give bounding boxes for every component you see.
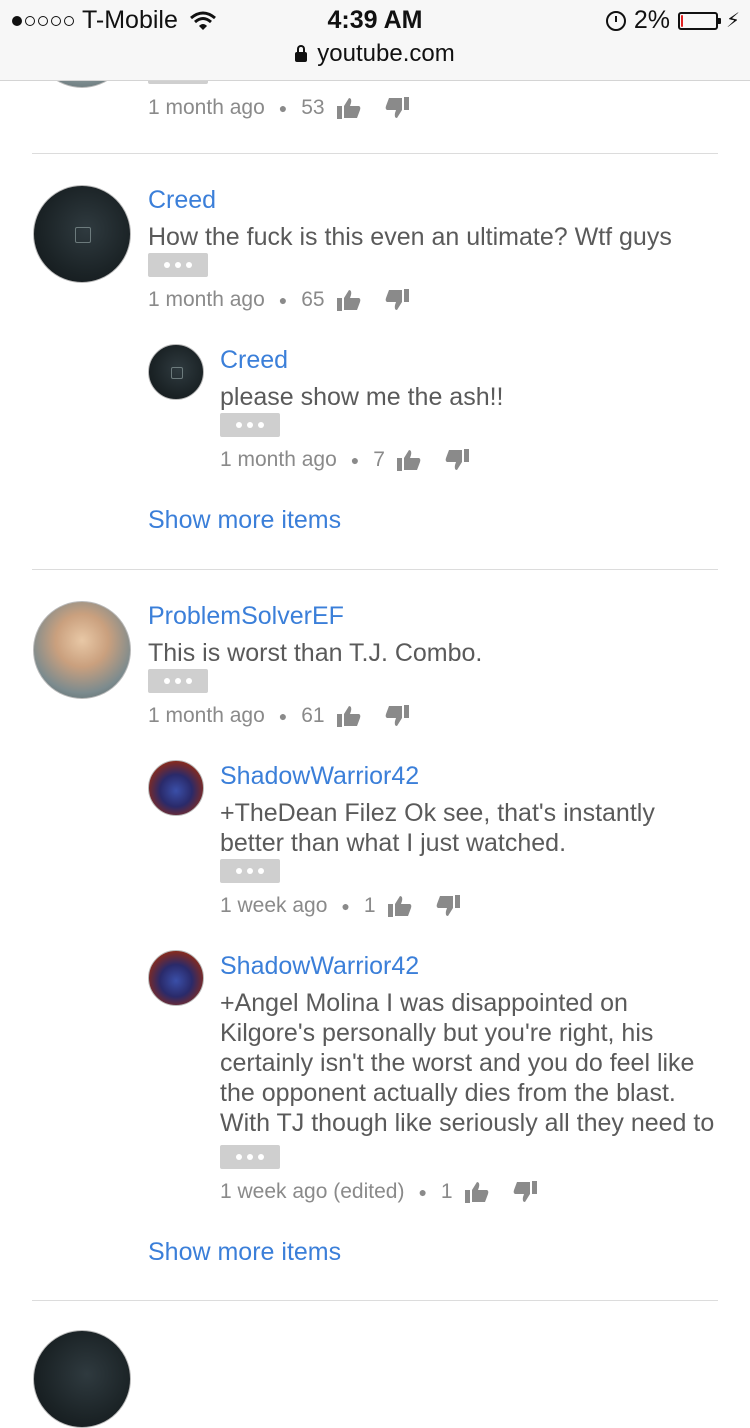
- url-text: youtube.com: [317, 40, 455, 67]
- reply-meta: 1 month ago ● 7: [220, 448, 469, 472]
- like-count: 53: [301, 96, 325, 119]
- reply-author[interactable]: Creed: [220, 346, 288, 375]
- thumbs-down-icon[interactable]: [385, 97, 409, 119]
- thumbs-down-icon[interactable]: [436, 895, 460, 917]
- thumbs-up-icon[interactable]: [387, 895, 412, 917]
- comment-author[interactable]: ProblemSolverEF: [148, 602, 344, 631]
- more-dots-icon[interactable]: [220, 413, 280, 437]
- avatar[interactable]: [33, 601, 131, 699]
- comment-time: 1 week ago: [220, 894, 328, 917]
- reply-author[interactable]: ShadowWarrior42: [220, 952, 419, 981]
- like-count: 1: [363, 894, 376, 917]
- reply-text: +TheDean Filez Ok see, that's instantly …: [220, 799, 655, 857]
- charging-icon: ⚡: [725, 10, 740, 32]
- reply-text: please show me the ash!!: [220, 383, 504, 411]
- more-dots-icon[interactable]: [220, 1145, 280, 1169]
- more-dots-icon[interactable]: [148, 669, 208, 693]
- comment-time: 1 month ago: [148, 704, 265, 727]
- thumbs-up-icon[interactable]: [464, 1181, 489, 1203]
- reply-author[interactable]: ShadowWarrior42: [220, 762, 419, 791]
- avatar[interactable]: [33, 185, 131, 283]
- more-dots-icon[interactable]: [220, 859, 280, 883]
- divider: [32, 1300, 718, 1301]
- comment-time: 1 month ago: [148, 288, 265, 311]
- avatar[interactable]: [148, 950, 204, 1006]
- like-count: 65: [301, 288, 325, 311]
- like-count: 61: [301, 704, 325, 727]
- reply-text: +Angel Molina I was disappointed on Kilg…: [220, 989, 715, 1140]
- comment-time: 1 month ago: [220, 448, 337, 471]
- comment-meta: 1 month ago ● 65: [148, 288, 409, 312]
- alarm-icon: [605, 10, 626, 31]
- comment-text: This is worst than T.J. Combo.: [148, 639, 483, 667]
- thumbs-down-icon[interactable]: [445, 449, 469, 471]
- thumbs-down-icon[interactable]: [513, 1181, 537, 1203]
- thumbs-down-icon[interactable]: [385, 705, 409, 727]
- reply-meta: 1 week ago ● 1: [220, 894, 460, 918]
- avatar[interactable]: [33, 1330, 131, 1428]
- thumbs-up-icon[interactable]: [336, 97, 361, 119]
- more-dots-icon[interactable]: [148, 253, 208, 277]
- url-bar[interactable]: youtube.com: [0, 40, 750, 68]
- divider: [32, 153, 718, 154]
- comment-meta: 1 month ago ● 53: [148, 96, 409, 120]
- like-count: 1: [440, 1180, 453, 1203]
- comment-author[interactable]: Creed: [148, 186, 216, 215]
- battery-percent: 2%: [633, 6, 670, 34]
- comment-time: 1 month ago: [148, 96, 265, 119]
- show-more-button[interactable]: Show more items: [148, 1238, 341, 1267]
- thumbs-up-icon[interactable]: [396, 449, 421, 471]
- comment-text: How the fuck is this even an ultimate? W…: [148, 223, 672, 251]
- thumbs-up-icon[interactable]: [336, 289, 361, 311]
- avatar[interactable]: [148, 760, 204, 816]
- like-count: 7: [373, 448, 385, 471]
- reply-meta: 1 week ago (edited) ● 1: [220, 1180, 537, 1204]
- lock-icon: [295, 45, 308, 62]
- divider: [32, 569, 718, 570]
- battery-icon: [677, 11, 721, 30]
- status-right-group: 2% ⚡: [605, 6, 740, 35]
- comment-meta: 1 month ago ● 61: [148, 704, 409, 728]
- thumbs-up-icon[interactable]: [336, 705, 361, 727]
- thumbs-down-icon[interactable]: [385, 289, 409, 311]
- status-bar: T-Mobile 4:39 AM 2% ⚡ youtube.com: [0, 0, 750, 81]
- show-more-button[interactable]: Show more items: [148, 506, 341, 535]
- comment-time: 1 week ago (edited): [220, 1180, 405, 1203]
- avatar[interactable]: [148, 344, 204, 400]
